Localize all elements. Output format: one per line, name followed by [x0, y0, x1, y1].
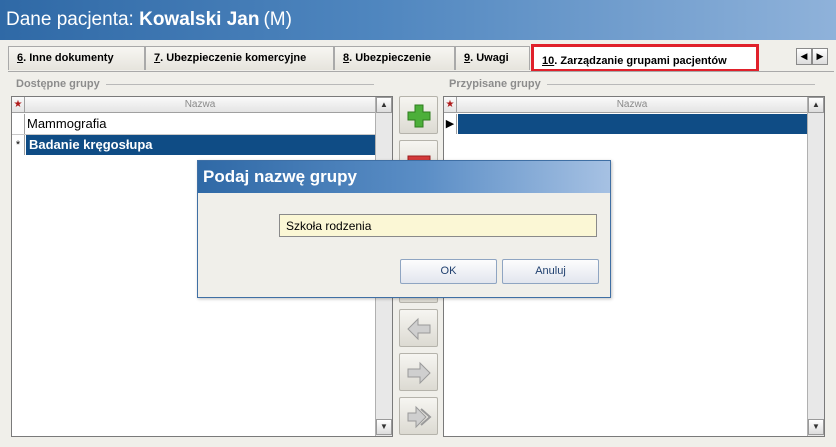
list-item-selected[interactable]: * Badanie kręgosłupa: [12, 135, 392, 155]
tab-next-button[interactable]: ▶: [812, 48, 828, 65]
move-all-right-button[interactable]: [399, 397, 438, 435]
tab-label: . Ubezpieczenie komercyjne: [160, 52, 307, 64]
cancel-button[interactable]: Anuluj: [502, 259, 599, 284]
tab-label: . Ubezpieczenie: [349, 52, 432, 64]
star-icon: ★: [12, 97, 25, 112]
title-prefix: Dane pacjenta:: [6, 9, 140, 30]
row-pointer-icon: ▶: [444, 114, 457, 134]
arrow-left-icon: [407, 317, 431, 341]
row-indicator: [12, 114, 25, 134]
patient-name: Kowalski Jan: [139, 9, 260, 30]
divider: [105, 83, 374, 85]
tab-label: . Uwagi: [470, 52, 509, 64]
scroll-up-button[interactable]: ▲: [376, 97, 392, 113]
group-name-dialog: Podaj nazwę grupy OK Anuluj: [197, 160, 611, 298]
divider: [546, 83, 815, 85]
tab-prev-button[interactable]: ◀: [796, 48, 812, 65]
scroll-down-button[interactable]: ▼: [808, 419, 824, 435]
star-icon: ★: [444, 97, 457, 112]
window-title-bar: Dane pacjenta: Kowalski Jan (M): [0, 0, 836, 40]
tab-divider: [8, 71, 834, 72]
scroll-up-button[interactable]: ▲: [808, 97, 824, 113]
group-name: Mammografia: [27, 116, 107, 131]
tab-bar: 6. Inne dokumenty 7. Ubezpieczenie komer…: [0, 44, 836, 72]
move-right-button[interactable]: [399, 353, 438, 391]
ok-button[interactable]: OK: [400, 259, 497, 284]
group-name-input[interactable]: [279, 214, 597, 237]
group-name: Badanie kręgosłupa: [27, 135, 153, 155]
selection-highlight: [458, 114, 807, 134]
assigned-groups-title: Przypisane grupy: [449, 78, 541, 90]
tab-label: . Inne dokumenty: [23, 52, 114, 64]
dialog-title: Podaj nazwę grupy: [198, 161, 610, 193]
tab-label: . Zarządzanie grupami pacjentów: [554, 55, 727, 67]
add-group-button[interactable]: [399, 96, 438, 134]
double-arrow-right-icon: [407, 405, 432, 429]
move-left-button[interactable]: [399, 309, 438, 347]
tab-inne-dokumenty[interactable]: 6. Inne dokumenty: [8, 46, 145, 70]
arrow-right-icon: [407, 361, 431, 385]
tab-zarzadzanie-grupami[interactable]: 10. Zarządzanie grupami pacjentów: [531, 44, 759, 72]
assigned-groups-header: Przypisane grupy: [449, 78, 829, 92]
grid-header: ★ Nazwa: [444, 97, 824, 113]
grid-header: ★ Nazwa: [12, 97, 392, 113]
available-groups-title: Dostępne grupy: [16, 78, 100, 90]
group-name: [459, 114, 461, 134]
column-header-nazwa[interactable]: Nazwa: [458, 97, 806, 112]
tab-number: 10: [542, 55, 555, 67]
tab-ubezpieczenie[interactable]: 8. Ubezpieczenie: [334, 46, 455, 70]
row-indicator: *: [12, 135, 25, 155]
tab-uwagi[interactable]: 9. Uwagi: [455, 46, 530, 70]
vertical-scrollbar[interactable]: ▲ ▼: [807, 97, 824, 436]
patient-sex: (M): [263, 9, 292, 30]
plus-icon: [407, 104, 431, 128]
tab-ubezpieczenie-komercyjne[interactable]: 7. Ubezpieczenie komercyjne: [145, 46, 334, 70]
list-item-selected[interactable]: ▶: [444, 114, 824, 134]
column-header-nazwa[interactable]: Nazwa: [26, 97, 374, 112]
scroll-down-button[interactable]: ▼: [376, 419, 392, 435]
list-item[interactable]: Mammografia: [12, 114, 392, 134]
available-groups-header: Dostępne grupy: [16, 78, 392, 92]
